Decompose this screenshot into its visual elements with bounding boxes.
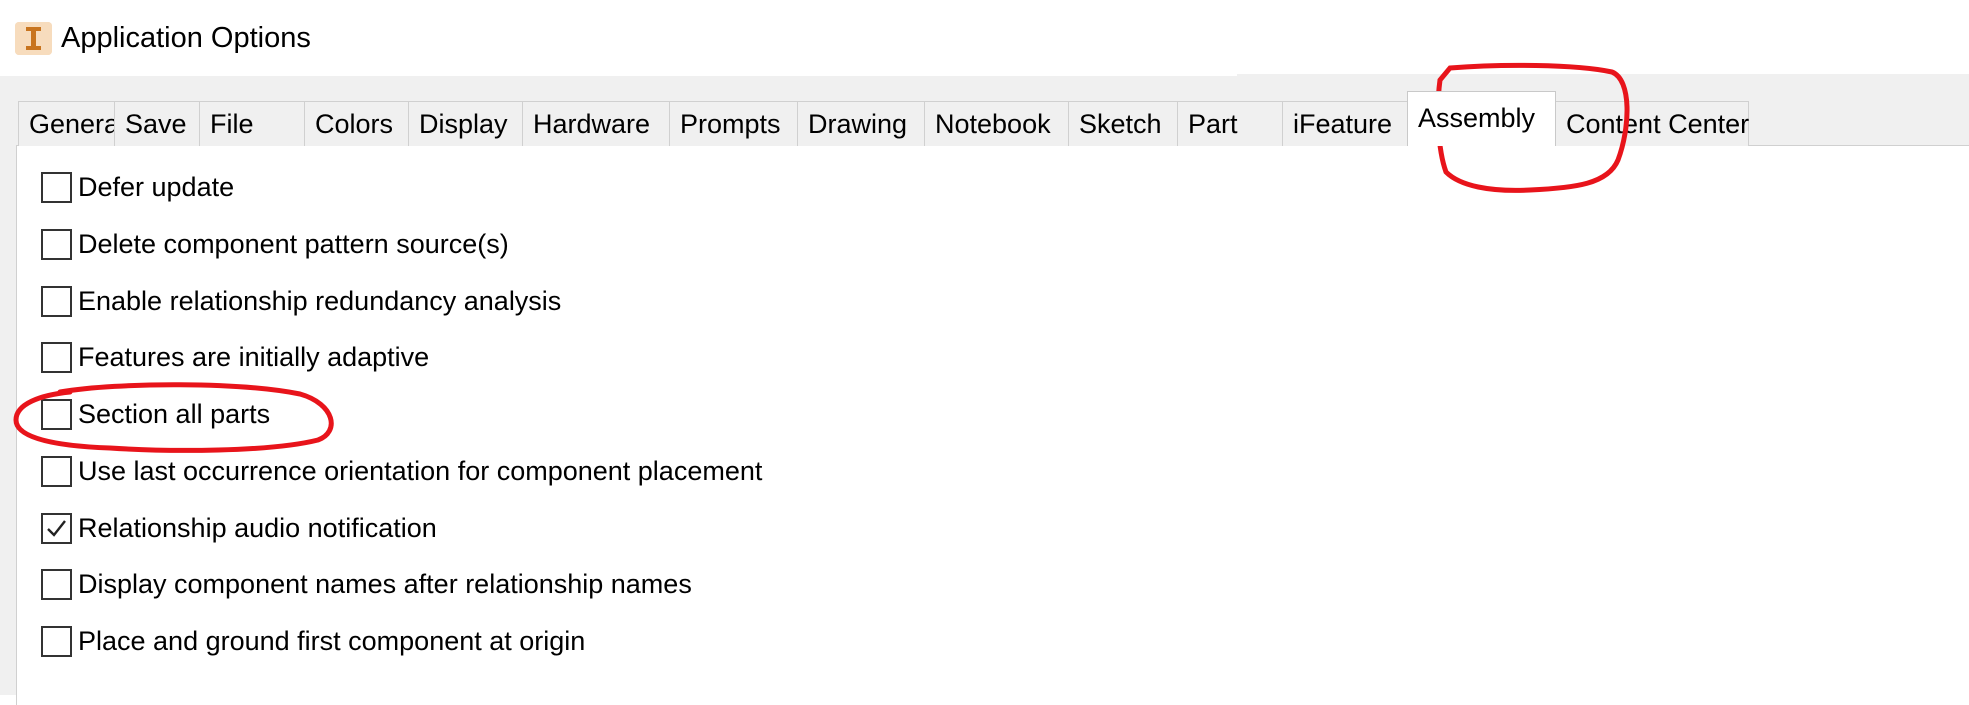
option-label: Enable relationship redundancy analysis <box>78 286 562 316</box>
option-delete-component-pattern-sources[interactable]: Delete component pattern source(s) <box>41 227 509 261</box>
tab-prompts[interactable]: Prompts <box>669 101 798 146</box>
tab-display[interactable]: Display <box>408 101 523 146</box>
option-label: Features are initially adaptive <box>78 342 430 372</box>
tab-ifeature[interactable]: iFeature <box>1282 101 1408 146</box>
checkbox[interactable] <box>41 568 72 600</box>
option-use-last-occurrence-orientation[interactable]: Use last occurrence orientation for comp… <box>41 454 762 488</box>
checkbox[interactable] <box>41 512 72 544</box>
checkbox[interactable] <box>41 398 72 430</box>
option-defer-update[interactable]: Defer update <box>41 170 234 204</box>
option-label: Display component names after relationsh… <box>78 569 692 599</box>
option-section-all-parts[interactable]: Section all parts <box>41 397 270 431</box>
option-label: Delete component pattern source(s) <box>78 229 509 259</box>
checkbox[interactable] <box>41 625 72 657</box>
title-separator <box>1237 74 1969 76</box>
title-bar: Application Options <box>0 0 1969 76</box>
option-label: Section all parts <box>78 399 271 429</box>
window-title: Application Options <box>61 22 311 54</box>
tab-general[interactable]: General <box>18 101 125 146</box>
checkmark-icon <box>47 519 66 537</box>
tab-part[interactable]: Part <box>1177 101 1283 146</box>
tab-colors[interactable]: Colors <box>304 101 409 146</box>
option-label: Use last occurrence orientation for comp… <box>78 456 763 486</box>
checkbox[interactable] <box>41 285 72 317</box>
option-label: Place and ground first component at orig… <box>78 626 586 656</box>
tab-notebook[interactable]: Notebook <box>924 101 1069 146</box>
checkbox[interactable] <box>41 341 72 373</box>
checkbox[interactable] <box>41 455 72 487</box>
autodesk-inventor-i-icon <box>15 22 52 55</box>
tab-file[interactable]: File <box>199 101 305 146</box>
tab-strip: General Save File Colors Display Hardwar… <box>18 91 1749 146</box>
option-relationship-audio-notification[interactable]: Relationship audio notification <box>41 511 437 545</box>
option-features-initially-adaptive[interactable]: Features are initially adaptive <box>41 340 429 374</box>
option-place-and-ground-first-component[interactable]: Place and ground first component at orig… <box>41 624 585 658</box>
checkbox[interactable] <box>41 171 72 203</box>
tab-content-center[interactable]: Content Center <box>1555 101 1749 146</box>
tab-drawing[interactable]: Drawing <box>797 101 925 146</box>
checkbox[interactable] <box>41 228 72 260</box>
tab-sketch[interactable]: Sketch <box>1068 101 1178 146</box>
option-enable-relationship-redundancy-analysis[interactable]: Enable relationship redundancy analysis <box>41 284 561 318</box>
option-display-component-names[interactable]: Display component names after relationsh… <box>41 567 692 601</box>
option-label: Defer update <box>78 172 235 202</box>
tab-hardware[interactable]: Hardware <box>522 101 670 146</box>
tab-save[interactable]: Save <box>114 101 200 146</box>
tab-assembly[interactable]: Assembly <box>1407 91 1556 146</box>
option-label: Relationship audio notification <box>78 513 437 543</box>
